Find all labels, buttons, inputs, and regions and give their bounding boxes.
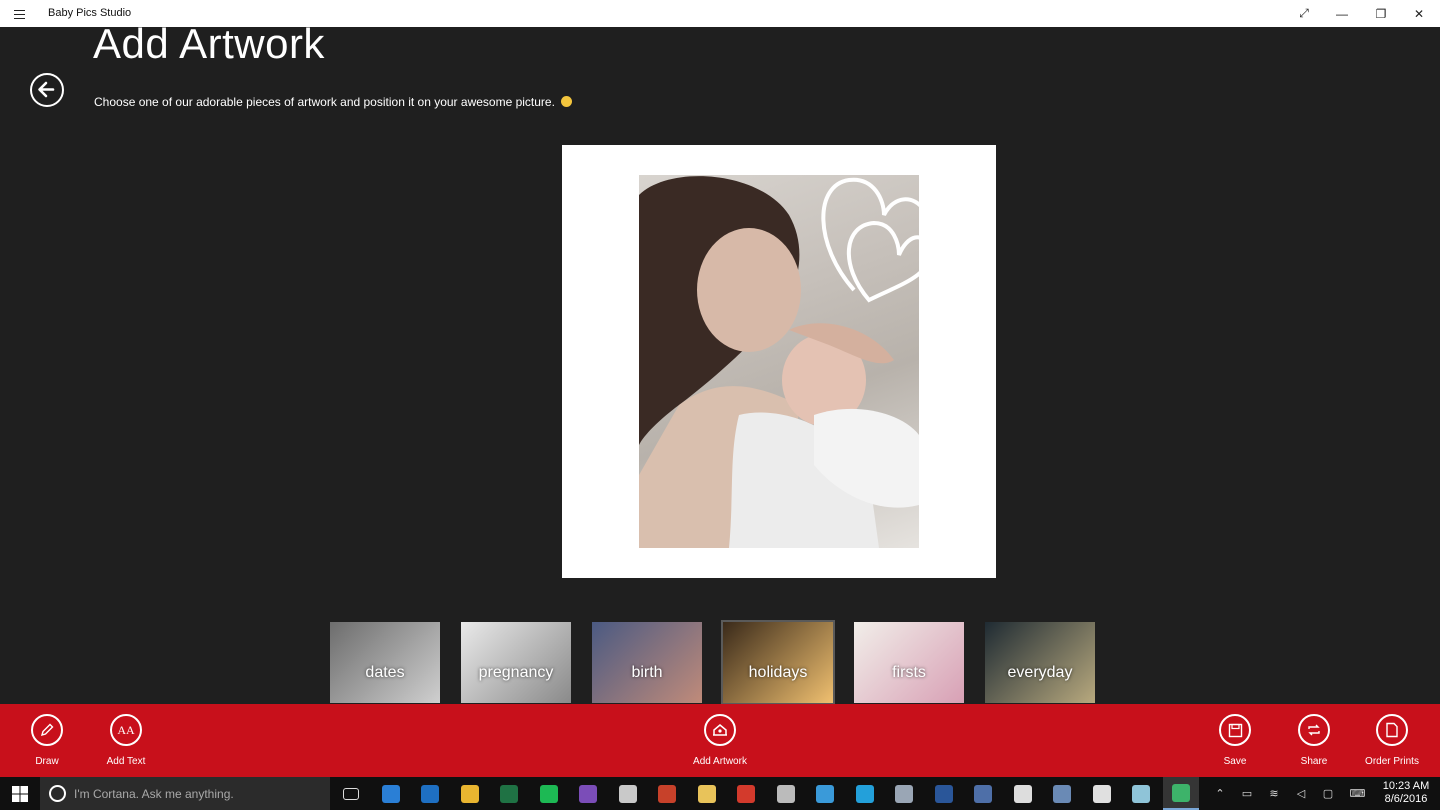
app-title: Baby Pics Studio — [48, 7, 132, 19]
add-artwork-button[interactable]: Add Artwork — [680, 714, 760, 767]
media-icon[interactable] — [970, 781, 996, 807]
visual-studio-icon[interactable] — [575, 781, 601, 807]
category-dates[interactable]: dates — [330, 622, 440, 703]
draw-button[interactable]: Draw — [7, 714, 87, 767]
skype-icon[interactable] — [852, 781, 878, 807]
cortana-search-box[interactable]: I'm Cortana. Ask me anything. — [40, 777, 330, 810]
clock[interactable]: 10:23 AM 8/6/2016 — [1378, 780, 1434, 806]
pen-app-icon[interactable] — [1128, 781, 1154, 807]
battery-icon[interactable]: ▭ — [1237, 777, 1257, 810]
keyboard-icon[interactable]: ⌨ — [1345, 777, 1370, 810]
category-everyday[interactable]: everyday — [985, 622, 1095, 703]
back-button[interactable] — [30, 73, 64, 107]
outlook-icon[interactable] — [417, 781, 443, 807]
category-holidays[interactable]: holidays — [721, 620, 835, 705]
photos-icon[interactable] — [891, 781, 917, 807]
page-subtitle: Choose one of our adorable pieces of art… — [94, 95, 573, 109]
cortana-icon — [49, 785, 66, 802]
windows-logo-icon — [12, 785, 28, 802]
task-view-icon[interactable] — [338, 781, 364, 807]
category-firsts[interactable]: firsts — [854, 622, 964, 703]
tools-icon[interactable] — [773, 781, 799, 807]
paint-icon[interactable] — [615, 781, 641, 807]
save-icon — [1228, 723, 1242, 737]
minimize-button[interactable]: — — [1323, 0, 1361, 27]
hamburger-menu-icon[interactable] — [8, 4, 30, 24]
windows-taskbar: I'm Cortana. Ask me anything. ⌃ ▭ ≋ ◁ ▢ … — [0, 777, 1440, 810]
smiley-icon — [561, 96, 573, 107]
command-bar: Draw AA Add Text Add Artwork Save Share … — [0, 704, 1440, 777]
category-label: pregnancy — [478, 664, 554, 681]
excel-icon[interactable] — [496, 781, 522, 807]
category-label: dates — [365, 664, 405, 681]
category-label: birth — [631, 664, 663, 681]
baby-pics-studio-icon[interactable] — [1162, 777, 1199, 810]
category-label: holidays — [748, 664, 808, 681]
remote-desktop-icon[interactable] — [1049, 781, 1075, 807]
store-icon[interactable] — [1089, 781, 1115, 807]
back-arrow-icon — [38, 81, 55, 98]
category-birth[interactable]: birth — [592, 622, 702, 703]
artwork-icon — [713, 724, 727, 736]
word-icon[interactable] — [931, 781, 957, 807]
show-hidden-icons[interactable]: ⌃ — [1210, 777, 1230, 810]
powerpoint-icon[interactable] — [654, 781, 680, 807]
internet-explorer-icon[interactable] — [812, 781, 838, 807]
edge-icon[interactable] — [378, 781, 404, 807]
spotify-icon[interactable] — [536, 781, 562, 807]
start-button[interactable] — [0, 777, 40, 810]
add-text-button[interactable]: AA Add Text — [86, 714, 166, 767]
close-button[interactable]: ✕ — [1400, 0, 1438, 27]
file-explorer-icon[interactable] — [694, 781, 720, 807]
action-center-icon[interactable]: ▢ — [1318, 777, 1338, 810]
slack-icon[interactable] — [1010, 781, 1036, 807]
artwork-canvas[interactable] — [562, 145, 996, 578]
clock-date: 8/6/2016 — [1384, 793, 1428, 805]
fullscreen-icon[interactable]: ⤢ — [1285, 0, 1323, 27]
search-placeholder: I'm Cortana. Ask me anything. — [74, 787, 234, 801]
subtitle-text: Choose one of our adorable pieces of art… — [94, 95, 555, 109]
document-icon — [1386, 722, 1398, 738]
baby-photo[interactable] — [639, 175, 919, 548]
visual-studio-code-icon[interactable] — [733, 781, 759, 807]
restore-button[interactable]: ❐ — [1362, 0, 1400, 27]
page-title: Add Artwork — [93, 20, 325, 67]
order-prints-button[interactable]: Order Prints — [1352, 714, 1432, 767]
share-button[interactable]: Share — [1274, 714, 1354, 767]
volume-icon[interactable]: ◁ — [1291, 777, 1311, 810]
text-icon: AA — [117, 722, 135, 737]
clock-time: 10:23 AM — [1382, 780, 1430, 792]
save-button[interactable]: Save — [1195, 714, 1275, 767]
wifi-icon[interactable]: ≋ — [1264, 777, 1284, 810]
category-label: firsts — [892, 664, 926, 681]
category-label: everyday — [1007, 664, 1073, 681]
category-pregnancy[interactable]: pregnancy — [461, 622, 571, 703]
share-icon — [1308, 724, 1320, 736]
chrome-icon[interactable] — [457, 781, 483, 807]
pencil-icon — [40, 723, 54, 737]
